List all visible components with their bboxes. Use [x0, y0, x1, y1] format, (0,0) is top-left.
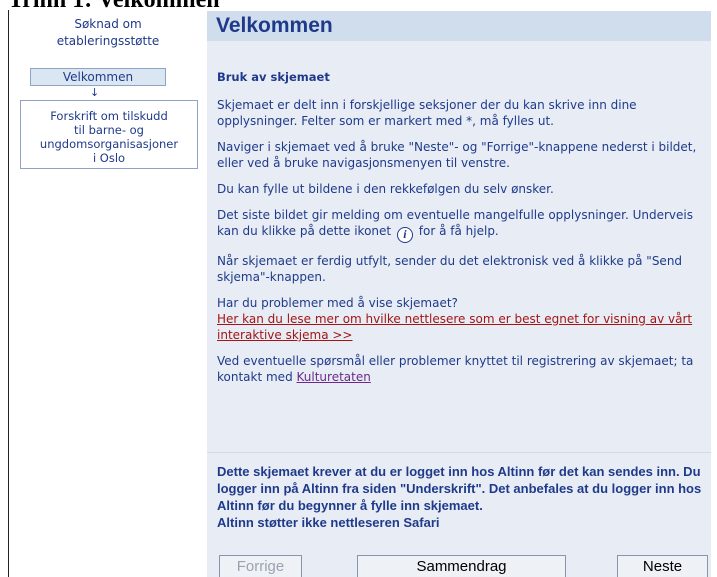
page-heading: Trinn 1: Velkommen: [8, 0, 220, 13]
nav-down-arrow-icon: ↓: [90, 86, 100, 99]
title-bar: Velkommen: [207, 11, 711, 41]
form-title: Søknad om etableringsstøtte: [14, 16, 202, 50]
paragraph-contact: Ved eventuelle spørsmål eller problemer …: [217, 353, 707, 385]
paragraph-help-text-end: for å få hjelp.: [418, 224, 499, 238]
altinn-notice-main: Dette skjemaet krever at du er logget in…: [217, 464, 702, 513]
paragraph-help: Det siste bildet gir melding om eventuel…: [217, 207, 707, 243]
nav-forskrift-line: ungdomsorganisasjoner: [39, 137, 179, 151]
next-button[interactable]: Neste: [617, 555, 708, 577]
nav-forskrift-line: Forskrift om tilskudd: [50, 109, 168, 123]
main-content-panel: Velkommen Bruk av skjemaet Skjemaet er d…: [207, 11, 711, 577]
paragraph-navigation: Naviger i skjemaet ved å bruke "Neste"- …: [217, 140, 697, 170]
kulturetaten-link[interactable]: Kulturetaten: [297, 370, 371, 384]
paragraph-order: Du kan fylle ut bildene i den rekkefølge…: [217, 182, 554, 196]
form-title-line1: Søknad om: [74, 17, 142, 31]
paragraph-send: Når skjemaet er ferdig utfylt, sender du…: [217, 254, 683, 284]
altinn-notice-safari: Altinn støtter ikke nettleseren Safari: [217, 515, 440, 530]
prev-button[interactable]: Forrige: [219, 555, 302, 577]
paragraph-sections: Skjemaet er delt inn i forskjellige seks…: [217, 98, 637, 128]
nav-forskrift-line: i Oslo: [92, 151, 126, 165]
nav-forskrift-line: til barne- og: [74, 123, 144, 137]
paragraph-browser: Har du problemer med å vise skjemaet? He…: [217, 295, 707, 343]
altinn-notice: Dette skjemaet krever at du er logget in…: [217, 463, 707, 531]
form-title-line2: etableringsstøtte: [56, 34, 160, 48]
content-body: Bruk av skjemaet Skjemaet er delt inn i …: [217, 69, 707, 395]
nav-item-forskrift[interactable]: Forskrift om tilskudd til barne- og ungd…: [20, 100, 198, 169]
summary-button[interactable]: Sammendrag: [357, 555, 566, 577]
browser-info-link[interactable]: Her kan du lese mer om hvilke nettlesere…: [217, 312, 692, 342]
page-title: Velkommen: [216, 14, 333, 37]
section-divider: [207, 452, 711, 453]
contact-text: Ved eventuelle spørsmål eller problemer …: [217, 354, 694, 384]
section-heading: Bruk av skjemaet: [217, 70, 330, 84]
info-icon[interactable]: i: [396, 227, 413, 243]
browser-question: Har du problemer med å vise skjemaet?: [217, 296, 458, 310]
left-border-divider: [8, 10, 9, 577]
nav-item-velkommen[interactable]: Velkommen: [30, 68, 166, 86]
